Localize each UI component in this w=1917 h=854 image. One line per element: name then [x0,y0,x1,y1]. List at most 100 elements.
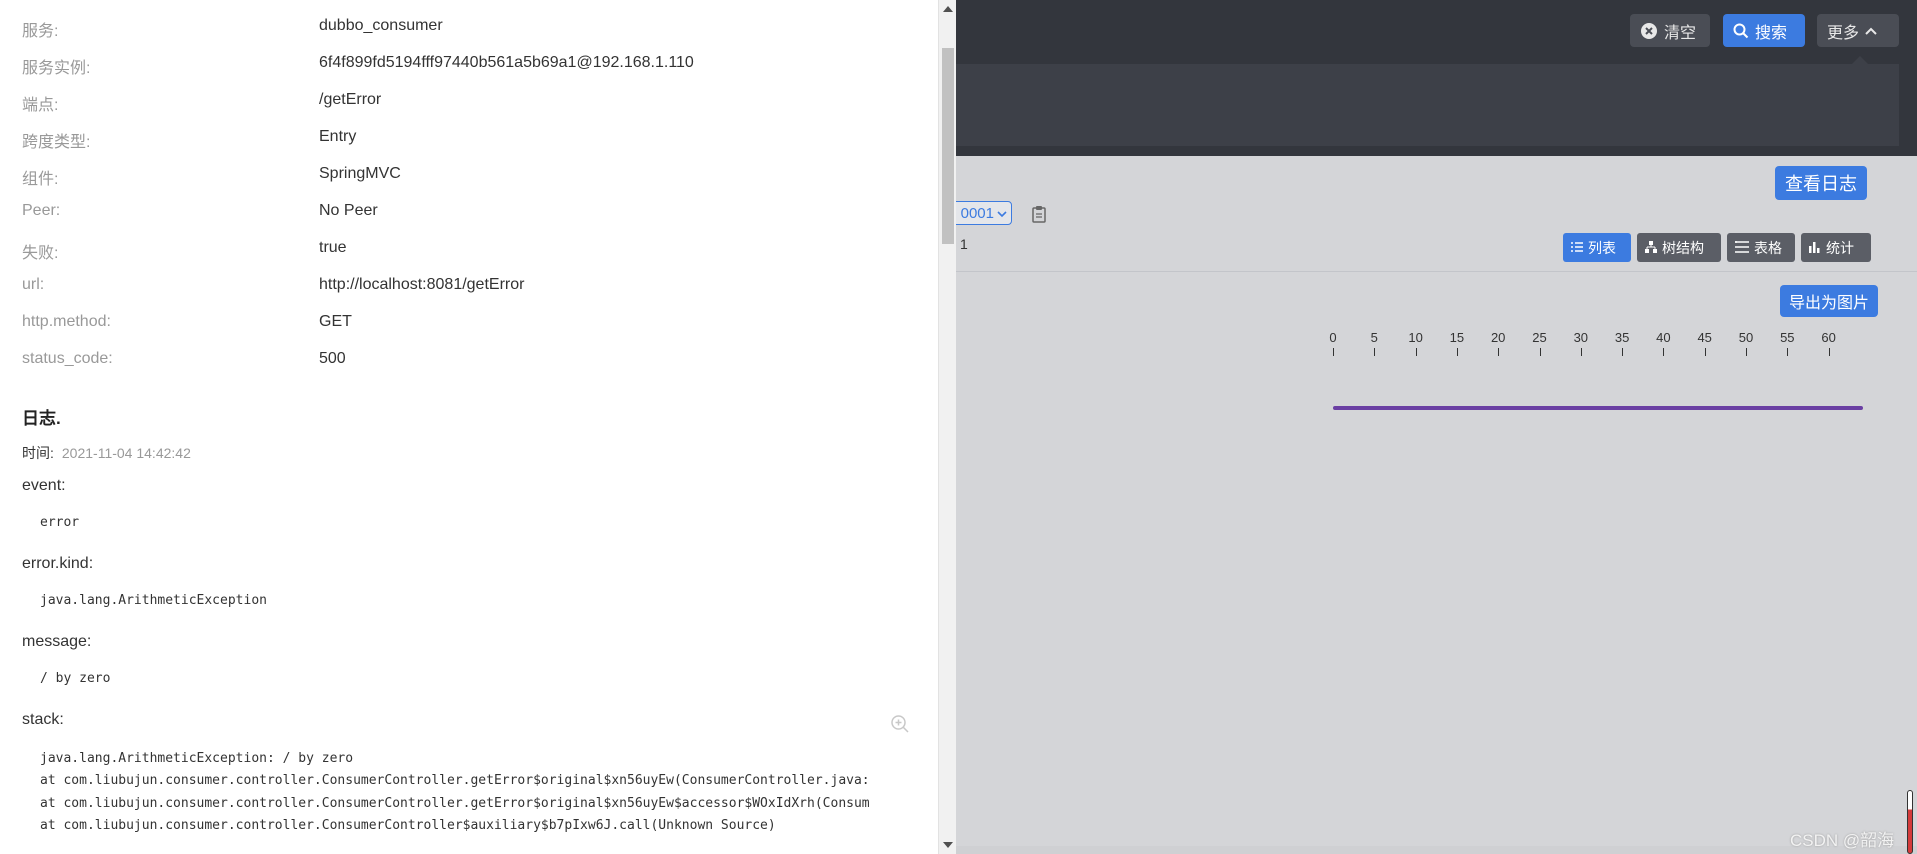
detail-field-key: 失败: [22,245,59,262]
detail-field-key: http.method: [22,313,111,330]
log-time-row: 时间: 2021-11-04 14:42:42 [22,443,191,463]
clear-button-label: 清空 [1664,24,1697,42]
timeline-axis: 0 5 10 15 20 25 30 35 40 45 50 55 60 [1300,330,1860,360]
view-statistics-label: 统计 [1826,239,1854,256]
axis-tick-mark [1415,348,1417,356]
export-image-button[interactable]: 导出为图片 [1780,285,1879,317]
detail-field-value: /getError [319,91,382,108]
axis-tick-label: 10 [1408,330,1423,345]
view-table-label: 表格 [1754,239,1782,256]
stack-line: at com.liubujun.consumer.controller.Cons… [40,817,776,833]
detail-field-key: 跨度类型: [22,134,91,151]
divider [955,271,1917,272]
detail-field-row: 失败: true [22,239,922,262]
log-time-label: 时间: [22,445,54,461]
scroll-down-arrow-icon[interactable] [943,842,953,848]
axis-tick-label: 20 [1490,330,1506,345]
log-message-value: / by zero [40,671,111,686]
watermark: CSDN @韶海 [1790,831,1895,850]
list-icon [1571,240,1583,256]
detail-field-key: url: [22,276,45,293]
detail-field-row: status_code: 500 [22,350,922,370]
detail-field-row: 端点: /getError [22,91,922,114]
detail-field-row: 跨度类型: Entry [22,128,922,151]
axis-tick-mark [1374,348,1376,356]
detail-field-row: http.method: GET [22,313,922,333]
axis-tick-label: 40 [1656,330,1671,345]
log-error-kind-key: error.kind: [22,555,94,572]
detail-field-value: No Peer [319,202,378,219]
axis-tick-mark [1746,348,1747,356]
zoom-in-icon[interactable] [890,714,910,734]
axis-tick-mark [1580,348,1582,356]
log-time-value: 2021-11-04 14:42:42 [61,445,191,461]
log-message-key: message: [22,633,92,650]
detail-field-row: 服务: dubbo_consumer [22,17,922,40]
detail-field-row: 组件: SpringMVC [22,165,922,188]
clipboard-icon[interactable] [1031,205,1047,223]
dropdown-caret [1852,56,1868,64]
detail-field-value: http://localhost:8081/getError [319,276,525,293]
axis-tick-label: 5 [1370,330,1378,345]
log-error-kind-value: java.lang.ArithmeticException [40,593,267,608]
log-event-key: event: [22,477,66,494]
axis-tick-mark [1498,348,1500,356]
scrollbar-thumb[interactable] [942,48,954,244]
table-icon [1735,240,1749,256]
stack-line: at com.liubujun.consumer.controller.Cons… [40,795,870,811]
tree-icon [1645,240,1657,256]
view-tree-button[interactable]: 树结构 [1637,233,1721,262]
bar-chart-icon [1809,240,1821,256]
search-button[interactable]: 搜索 [1723,14,1805,47]
axis-tick-mark [1622,348,1624,356]
axis-tick-label: 35 [1614,330,1630,345]
chevron-down-icon [997,205,1007,222]
axis-tick-mark [1539,348,1541,356]
stack-trace: java.lang.ArithmeticException: / by zero… [40,748,912,854]
axis-tick-label: 15 [1449,330,1465,345]
axis-tick-mark [1787,348,1789,356]
scroll-up-arrow-icon[interactable] [943,6,953,12]
detail-field-key: 组件: [22,171,59,188]
detail-field-value: Entry [319,128,357,145]
log-stack-key: stack: [22,711,64,728]
clear-button[interactable]: 清空 [1630,14,1710,47]
log-event-value: error [40,515,80,530]
drawer-scrollbar[interactable] [938,0,956,854]
detail-field-row: Peer: No Peer [22,202,922,222]
detail-field-value: 500 [319,350,346,367]
search-conditions-panel [955,64,1899,146]
axis-tick-label: 50 [1738,330,1754,345]
view-logs-button[interactable]: 查看日志 [1775,166,1867,200]
status-indicator [1907,790,1913,854]
detail-field-value: 6f4f899fd5194fff97440b561a5b69a1@192.168… [319,54,694,71]
detail-field-value: SpringMVC [319,165,401,182]
logs-title: 日志. [22,409,61,428]
more-button-label: 更多 [1827,24,1860,42]
detail-field-key: 服务实例: [22,60,91,77]
trace-id-select[interactable]: 0001 [950,201,1012,225]
axis-tick-mark [1333,348,1334,356]
more-button[interactable]: 更多 [1817,14,1899,47]
trace-id-value: 0001 [960,204,994,222]
stack-line: java.lang.ArithmeticException: / by zero [40,751,354,766]
view-list-button[interactable]: 列表 [1563,233,1631,262]
detail-field-value: true [319,239,347,256]
detail-field-key: Peer: [22,202,61,219]
axis-tick-mark [1663,348,1665,356]
span-detail-drawer: 服务: dubbo_consumer 服务实例: 6f4f899fd5194fff97… [0,0,938,854]
axis-tick-label: 25 [1532,330,1547,345]
search-button-label: 搜索 [1755,24,1788,42]
view-list-label: 列表 [1588,239,1616,256]
axis-tick-mark [1456,348,1458,356]
detail-field-key: 端点: [22,97,59,114]
axis-tick-label: 60 [1821,330,1836,345]
detail-field-key: status_code: [22,350,113,367]
view-table-button[interactable]: 表格 [1727,233,1795,262]
detail-field-key: 服务: [22,23,59,40]
view-statistics-button[interactable]: 统计 [1801,233,1871,262]
span-duration-bar[interactable] [1333,406,1863,410]
axis-tick-mark [1828,348,1830,356]
axis-tick-label: 30 [1573,330,1589,345]
chevron-up-icon [1865,26,1877,36]
